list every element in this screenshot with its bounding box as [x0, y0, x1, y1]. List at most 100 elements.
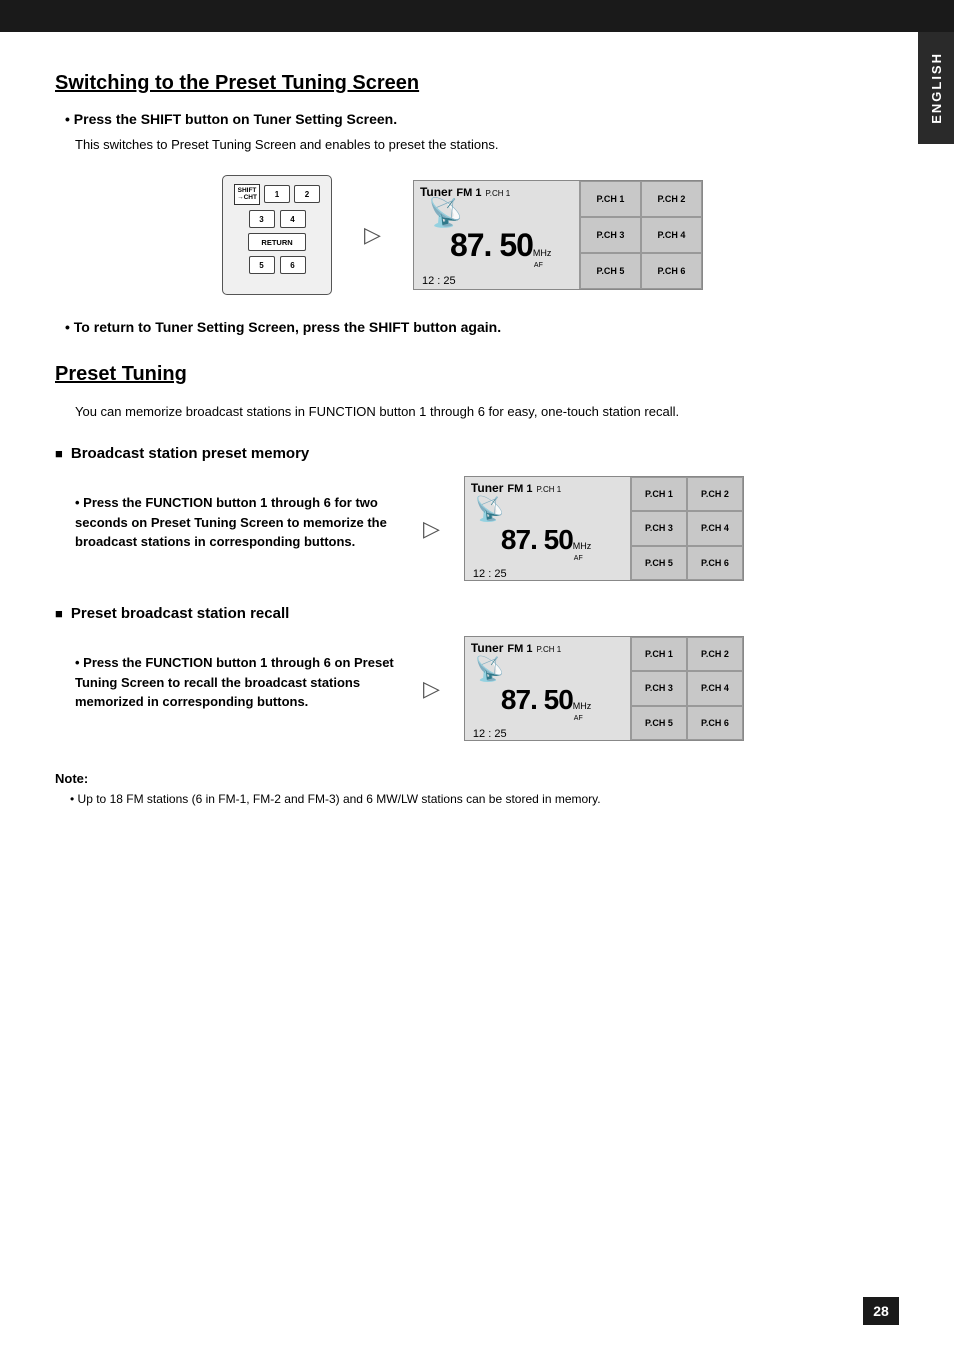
preset-tuning-description: You can memorize broadcast stations in F… [75, 402, 870, 422]
freq-big-3: 87. 50 [501, 684, 573, 716]
antenna-icon-2: 📡 [475, 495, 505, 524]
note-label: Note: [55, 771, 870, 786]
freq-row-1: 87. 50 MHz AF [420, 227, 575, 275]
btn-2: 2 [294, 185, 320, 203]
display-top-row-2: Tuner FM 1 P.CH 1 [471, 481, 626, 495]
btn-1: 1 [264, 185, 290, 203]
display-right-2: P.CH 1 P.CH 2 P.CH 3 P.CH 4 P.CH 5 P.CH … [630, 477, 743, 580]
fm1-label-3: FM 1 [507, 643, 532, 655]
broadcast-recall-bullet: Press the FUNCTION button 1 through 6 on… [75, 653, 395, 712]
antenna-row-2: 📡 [471, 495, 626, 524]
btn-4: 4 [280, 210, 306, 228]
broadcast-memory-bullet: Press the FUNCTION button 1 through 6 fo… [75, 493, 395, 552]
broadcast-recall-subtitle: Preset broadcast station recall [55, 605, 870, 622]
diagram-row-1: SHIFT→CHT 1 2 3 4 RETURN 5 6 ▷ [55, 175, 870, 295]
af-label-2: AF [574, 555, 592, 562]
tuner-label-3: Tuner [471, 641, 503, 655]
tuner-label-2: Tuner [471, 481, 503, 495]
ch1-cell-1: P.CH 1 [580, 181, 641, 217]
af-label-3: AF [574, 715, 592, 722]
arrow-2: ▷ [423, 516, 440, 542]
broadcast-memory-bullet-line: Press the FUNCTION button 1 through 6 fo… [75, 493, 395, 552]
broadcast-memory-diagram: ▷ Tuner FM 1 P.CH 1 📡 87. 50 [415, 476, 744, 581]
broadcast-memory-subtitle: Broadcast station preset memory [55, 445, 870, 462]
display-left-1: Tuner FM 1 P.CH 1 📡 87. 50 MHz AF 12 : 2… [414, 181, 579, 289]
main-content: Switching to the Preset Tuning Screen Pr… [0, 32, 920, 848]
preset-tuning-section: Preset Tuning You can memorize broadcast… [55, 363, 870, 742]
pch1-label-1: P.CH 1 [485, 189, 510, 198]
bullet1-heading: Press the SHIFT button on Tuner Setting … [65, 111, 870, 127]
ch1-cell-2: P.CH 1 [631, 477, 687, 511]
btn-3: 3 [249, 210, 275, 228]
arrow-3: ▷ [423, 676, 440, 702]
rc-row3: RETURN [248, 233, 306, 251]
freq-row-3: 87. 50 MHz AF [471, 684, 626, 728]
display-left-2: Tuner FM 1 P.CH 1 📡 87. 50 MHz AF [465, 477, 630, 580]
preset-tuning-title: Preset Tuning [55, 363, 870, 386]
note-text: Up to 18 FM stations (6 in FM-1, FM-2 an… [70, 790, 870, 808]
ch2-cell-3: P.CH 2 [687, 637, 743, 671]
bullet1-description: This switches to Preset Tuning Screen an… [75, 135, 870, 155]
freq-unit-1: MHz [533, 248, 552, 258]
top-bar [0, 0, 954, 32]
time-label-1: 12 : 25 [420, 275, 575, 287]
af-label-1: AF [534, 262, 552, 269]
freq-unit-3: MHz [573, 701, 592, 711]
ch4-cell-2: P.CH 4 [687, 511, 743, 545]
btn-5: 5 [249, 256, 275, 274]
ch5-cell-2: P.CH 5 [631, 546, 687, 580]
diagram-pair-3: Press the FUNCTION button 1 through 6 on… [55, 636, 870, 741]
ch1-cell-3: P.CH 1 [631, 637, 687, 671]
note-section: Note: Up to 18 FM stations (6 in FM-1, F… [55, 771, 870, 808]
display-left-3: Tuner FM 1 P.CH 1 📡 87. 50 MHz AF [465, 637, 630, 740]
return-btn: RETURN [248, 233, 306, 251]
ch2-cell-1: P.CH 2 [641, 181, 702, 217]
remote-control-diagram-1: SHIFT→CHT 1 2 3 4 RETURN 5 6 [222, 175, 332, 295]
ch2-cell-2: P.CH 2 [687, 477, 743, 511]
ch4-cell-3: P.CH 4 [687, 671, 743, 705]
display-right-1: P.CH 1 P.CH 2 P.CH 3 P.CH 4 P.CH 5 P.CH … [579, 181, 702, 289]
ch6-cell-2: P.CH 6 [687, 546, 743, 580]
ch5-cell-1: P.CH 5 [580, 253, 641, 289]
page-number: 28 [863, 1297, 899, 1325]
time-label-3: 12 : 25 [471, 728, 626, 740]
display-screen-2: Tuner FM 1 P.CH 1 📡 87. 50 MHz AF [464, 476, 744, 581]
ch4-cell-1: P.CH 4 [641, 217, 702, 253]
freq-big-2: 87. 50 [501, 524, 573, 556]
freq-row-2: 87. 50 MHz AF [471, 524, 626, 568]
display-top-row-3: Tuner FM 1 P.CH 1 [471, 641, 626, 655]
broadcast-recall-text-block: Press the FUNCTION button 1 through 6 on… [55, 653, 395, 724]
right-tab: ENGLISH [918, 32, 954, 144]
antenna-icon-3: 📡 [475, 655, 505, 684]
freq-unit-2: MHz [573, 541, 592, 551]
ch3-cell-1: P.CH 3 [580, 217, 641, 253]
time-label-2: 12 : 25 [471, 568, 626, 580]
arrow-1: ▷ [364, 222, 381, 248]
display-screen-3: Tuner FM 1 P.CH 1 📡 87. 50 MHz AF [464, 636, 744, 741]
display-screen-1: Tuner FM 1 P.CH 1 📡 87. 50 MHz AF 12 : 2… [413, 180, 703, 290]
broadcast-recall-bullet-line: Press the FUNCTION button 1 through 6 on… [75, 653, 395, 712]
section-title: Switching to the Preset Tuning Screen [55, 72, 870, 95]
display-right-3: P.CH 1 P.CH 2 P.CH 3 P.CH 4 P.CH 5 P.CH … [630, 637, 743, 740]
rc-row2: 3 4 [249, 210, 306, 228]
language-label: ENGLISH [929, 52, 944, 124]
antenna-icon-1: 📡 [428, 199, 463, 227]
pch1-label-3: P.CH 1 [536, 645, 561, 654]
broadcast-recall-diagram: ▷ Tuner FM 1 P.CH 1 📡 87. 50 [415, 636, 744, 741]
ch3-cell-2: P.CH 3 [631, 511, 687, 545]
antenna-row-1: 📡 [420, 199, 575, 227]
ch6-cell-3: P.CH 6 [687, 706, 743, 740]
btn-6: 6 [280, 256, 306, 274]
freq-big-1: 87. 50 [450, 227, 533, 264]
shift-label: SHIFT→CHT [234, 184, 260, 206]
broadcast-memory-text-block: Press the FUNCTION button 1 through 6 fo… [55, 493, 395, 564]
antenna-row-3: 📡 [471, 655, 626, 684]
ch3-cell-3: P.CH 3 [631, 671, 687, 705]
fm1-label-2: FM 1 [507, 483, 532, 495]
pch1-label-2: P.CH 1 [536, 485, 561, 494]
diagram-pair-2: Press the FUNCTION button 1 through 6 fo… [55, 476, 870, 581]
ch5-cell-3: P.CH 5 [631, 706, 687, 740]
rc-row1: SHIFT→CHT 1 2 [234, 184, 320, 206]
bullet2-text: To return to Tuner Setting Screen, press… [65, 319, 870, 335]
ch6-cell-1: P.CH 6 [641, 253, 702, 289]
